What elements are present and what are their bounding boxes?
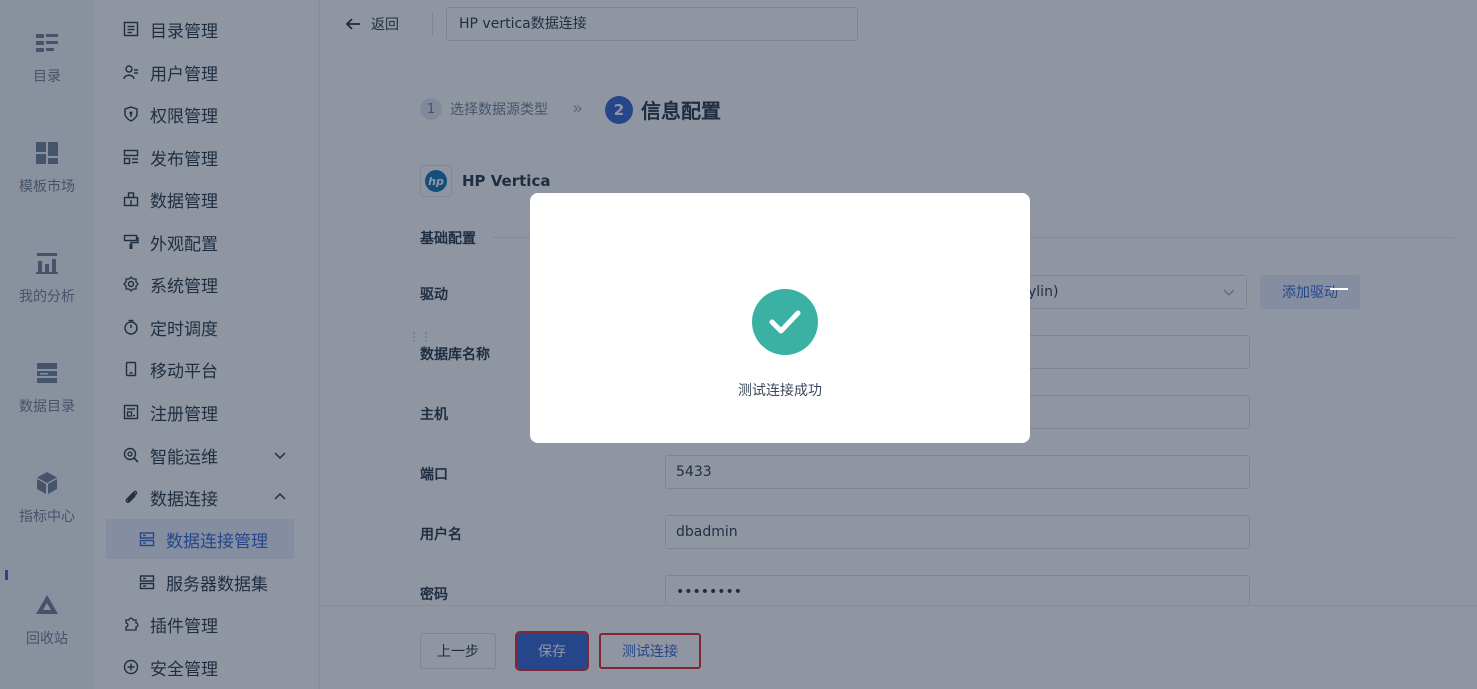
check-circle-icon [752, 289, 818, 355]
dialog-message: 测试连接成功 [738, 383, 822, 399]
minimize-icon [1330, 288, 1348, 290]
success-dialog: 测试连接成功 [530, 193, 1030, 443]
